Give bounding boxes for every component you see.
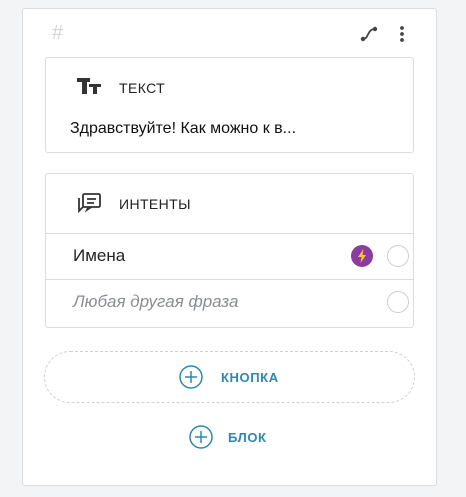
intent-radio[interactable]: [387, 291, 409, 313]
text-type-icon: [77, 78, 101, 94]
lightning-icon: [351, 245, 373, 267]
add-button-button[interactable]: КНОПКА: [44, 351, 415, 403]
intent-label: Имена: [73, 246, 126, 265]
intents-block: Интенты Имена Любая другая фраза: [45, 173, 414, 328]
block-card: # Текст Здравствуйте! Как можно к в...: [22, 8, 437, 486]
add-block-label: БЛОК: [228, 430, 267, 445]
text-block-header: Текст: [46, 58, 413, 116]
hash-icon: #: [52, 22, 64, 44]
plus-circle-icon: [179, 365, 203, 389]
add-button-label: КНОПКА: [221, 370, 279, 385]
text-block-title: Текст: [119, 80, 166, 96]
intent-radio[interactable]: [387, 245, 409, 267]
text-block-value: Здравствуйте! Как можно к в...: [70, 120, 297, 137]
plus-circle-icon: [189, 425, 213, 449]
intent-label: Любая другая фраза: [73, 292, 239, 311]
chat-list-icon: [78, 193, 101, 214]
intent-row[interactable]: Любая другая фраза: [46, 279, 413, 325]
connect-icon[interactable]: [359, 24, 379, 44]
intents-block-header: Интенты: [46, 174, 413, 232]
text-block[interactable]: Текст Здравствуйте! Как можно к в...: [45, 57, 414, 153]
intents-block-title: Интенты: [119, 196, 191, 212]
more-options-icon[interactable]: [397, 24, 407, 44]
add-block-button[interactable]: БЛОК: [189, 425, 279, 451]
intent-row[interactable]: Имена: [46, 233, 413, 279]
